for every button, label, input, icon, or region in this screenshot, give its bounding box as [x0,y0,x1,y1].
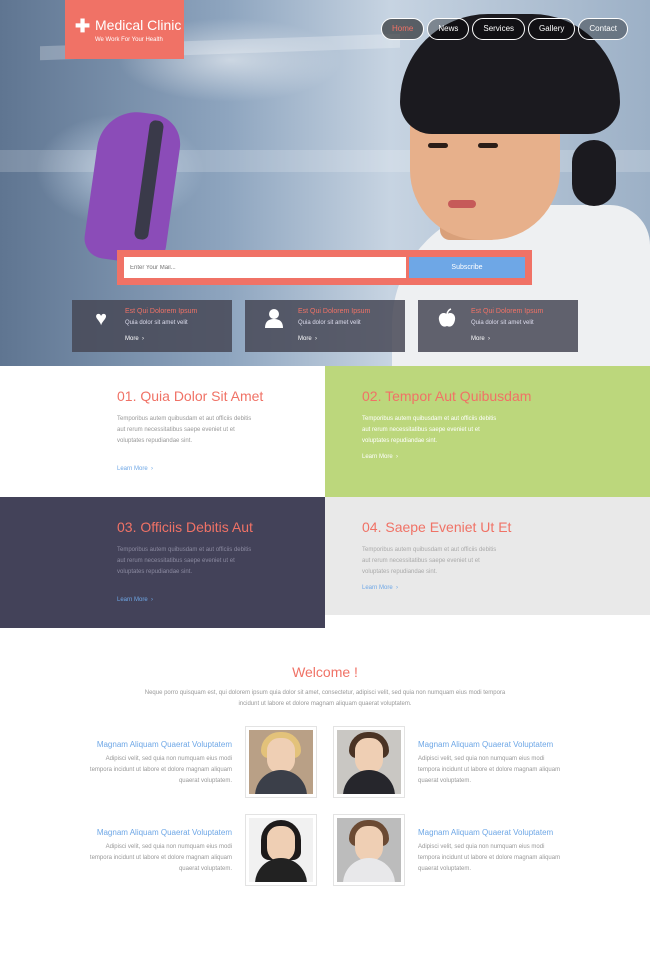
feature-box: Est Qui Dolorem Ipsum Quia dolor sit ame… [245,300,405,352]
member-name[interactable]: Magnam Aliquam Quaerat Voluptatem [82,740,232,749]
feature-more-link[interactable]: More › [298,336,317,342]
learn-more-link[interactable]: Learn More › [362,454,398,460]
team-member: Magnam Aliquam Quaerat Voluptatem Adipis… [418,740,568,787]
member-photo[interactable] [245,814,317,886]
feature-text: Quia dolor sit amet velit [298,320,361,326]
heart-icon: ♥ [95,308,107,330]
scientist-hair-bun [572,140,616,206]
scientist-eye [478,143,498,148]
feature-text: Quia dolor sit amet velit [471,320,534,326]
member-text: Adipisci velit, sed quia non numquam eiu… [89,756,232,784]
member-text: Adipisci velit, sed quia non numquam eiu… [89,844,232,872]
feature-title: Est Qui Dolorem Ipsum [298,308,371,315]
apple-icon [436,308,458,334]
block-text: Temporibus autem quibusdam et aut offici… [117,547,252,575]
user-icon [263,308,285,334]
learn-more-link[interactable]: Learn More › [117,466,153,472]
nav-contact[interactable]: Contact [578,18,628,40]
scientist-eye [428,143,448,148]
block-text: Temporibus autem quibusdam et aut offici… [117,416,252,444]
block-title: 02. Tempor Aut Quibusdam [362,388,532,404]
team-member: Magnam Aliquam Quaerat Voluptatem Adipis… [82,828,232,875]
info-block: 03. Officiis Debitis Aut Temporibus aute… [0,497,325,628]
feature-box: Est Qui Dolorem Ipsum Quia dolor sit ame… [418,300,578,352]
block-title: 03. Officiis Debitis Aut [117,519,253,535]
feature-title: Est Qui Dolorem Ipsum [471,308,544,315]
block-text: Temporibus autem quibusdam et aut offici… [362,416,497,444]
site-logo[interactable]: ✚ Medical Clinic We Work For Your Health [65,0,184,59]
subscribe-button[interactable]: Subscribe [409,257,525,278]
member-text: Adipisci velit, sed quia non numquam eiu… [418,756,561,784]
feature-more-link[interactable]: More › [125,336,144,342]
main-nav: Home News Services Gallery Contact [381,18,628,40]
info-block: 04. Saepe Eveniet Ut Et Temporibus autem… [325,497,650,615]
email-input[interactable] [124,257,406,278]
feature-title: Est Qui Dolorem Ipsum [125,308,198,315]
feature-box: ♥ Est Qui Dolorem Ipsum Quia dolor sit a… [72,300,232,352]
learn-more-link[interactable]: Learn More › [117,597,153,603]
member-photo[interactable] [333,726,405,798]
info-block: 02. Tempor Aut Quibusdam Temporibus aute… [325,366,650,497]
block-text: Temporibus autem quibusdam et aut offici… [362,547,497,575]
member-photo[interactable] [245,726,317,798]
member-photo[interactable] [333,814,405,886]
nav-services[interactable]: Services [472,18,526,40]
member-name[interactable]: Magnam Aliquam Quaerat Voluptatem [418,740,568,749]
learn-more-link[interactable]: Learn More › [362,585,398,591]
feature-text: Quia dolor sit amet velit [125,320,188,326]
medical-cross-icon: ✚ [75,16,91,36]
subscribe-bar: Subscribe [117,250,532,285]
team-member: Magnam Aliquam Quaerat Voluptatem Adipis… [418,828,568,875]
welcome-text: Neque porro quisquam est, qui dolorem ip… [144,690,506,707]
block-title: 01. Quia Dolor Sit Amet [117,388,264,404]
logo-tagline: We Work For Your Health [95,37,163,43]
nav-news[interactable]: News [427,18,470,40]
info-block: 01. Quia Dolor Sit Amet Temporibus autem… [0,366,325,497]
logo-name: Medical Clinic [95,17,182,33]
scientist-lips [448,200,476,208]
member-text: Adipisci velit, sed quia non numquam eiu… [418,844,561,872]
team-member: Magnam Aliquam Quaerat Voluptatem Adipis… [82,740,232,787]
welcome-title: Welcome ! [292,664,358,680]
block-title: 04. Saepe Eveniet Ut Et [362,519,512,535]
nav-home[interactable]: Home [381,18,425,40]
member-name[interactable]: Magnam Aliquam Quaerat Voluptatem [418,828,568,837]
member-name[interactable]: Magnam Aliquam Quaerat Voluptatem [82,828,232,837]
nav-gallery[interactable]: Gallery [528,18,576,40]
feature-more-link[interactable]: More › [471,336,490,342]
